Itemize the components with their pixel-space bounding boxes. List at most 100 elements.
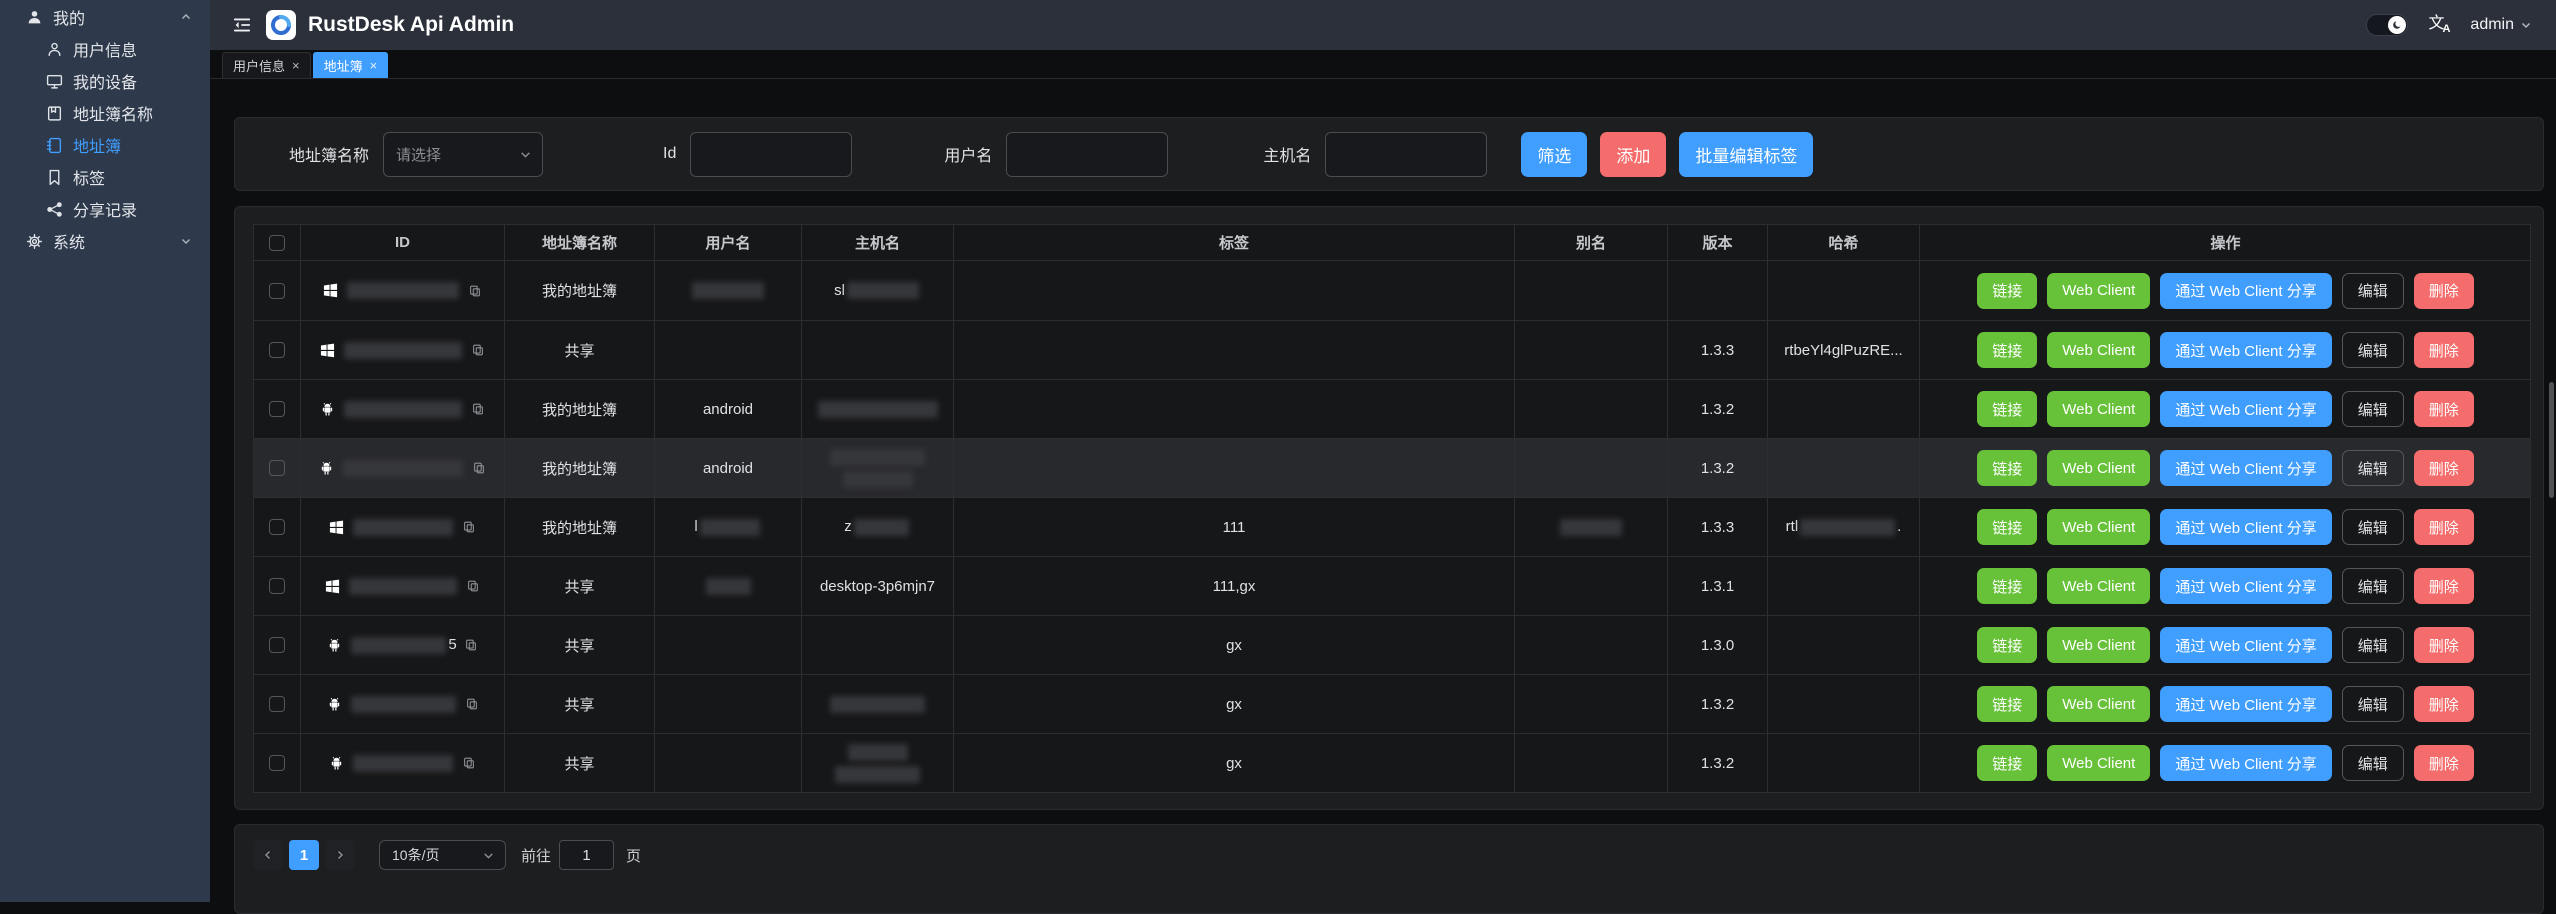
link-button[interactable]: 链接 xyxy=(1977,391,2037,427)
copy-icon[interactable] xyxy=(471,343,485,357)
link-button[interactable]: 链接 xyxy=(1977,568,2037,604)
sidebar-item-addressbook-names[interactable]: 地址簿名称 xyxy=(0,97,210,129)
row-checkbox[interactable] xyxy=(269,578,285,594)
delete-button[interactable]: 删除 xyxy=(2414,332,2474,368)
batch-edit-tags-button[interactable]: 批量编辑标签 xyxy=(1679,132,1813,177)
share-web-client-button[interactable]: 通过 Web Client 分享 xyxy=(2160,273,2331,309)
hostname-input[interactable] xyxy=(1325,132,1487,177)
row-checkbox[interactable] xyxy=(269,637,285,653)
share-web-client-button[interactable]: 通过 Web Client 分享 xyxy=(2160,686,2331,722)
link-button[interactable]: 链接 xyxy=(1977,627,2037,663)
row-checkbox[interactable] xyxy=(269,283,285,299)
row-checkbox[interactable] xyxy=(269,519,285,535)
monitor-icon xyxy=(46,73,63,90)
addressbook-name-select[interactable]: 请选择 xyxy=(383,132,543,177)
web-client-button[interactable]: Web Client xyxy=(2047,391,2150,427)
link-button[interactable]: 链接 xyxy=(1977,273,2037,309)
link-button[interactable]: 链接 xyxy=(1977,745,2037,781)
edit-button[interactable]: 编辑 xyxy=(2342,568,2404,604)
fold-menu-icon[interactable] xyxy=(232,15,252,35)
edit-button[interactable]: 编辑 xyxy=(2342,391,2404,427)
id-input[interactable] xyxy=(690,132,852,177)
sidebar-item-user-info[interactable]: 用户信息 xyxy=(0,33,210,65)
tab-addressbook[interactable]: 地址簿 × xyxy=(313,52,389,78)
username-input[interactable] xyxy=(1006,132,1168,177)
delete-button[interactable]: 删除 xyxy=(2414,509,2474,545)
web-client-button[interactable]: Web Client xyxy=(2047,273,2150,309)
edit-button[interactable]: 编辑 xyxy=(2342,332,2404,368)
cell-tags xyxy=(954,261,1515,320)
edit-button[interactable]: 编辑 xyxy=(2342,627,2404,663)
share-web-client-button[interactable]: 通过 Web Client 分享 xyxy=(2160,568,2331,604)
cell-version: 1.3.2 xyxy=(1668,675,1768,733)
dark-mode-toggle[interactable] xyxy=(2366,14,2408,36)
next-page-button[interactable] xyxy=(325,840,355,870)
row-checkbox[interactable] xyxy=(269,696,285,712)
share-web-client-button[interactable]: 通过 Web Client 分享 xyxy=(2160,745,2331,781)
web-client-button[interactable]: Web Client xyxy=(2047,568,2150,604)
web-client-button[interactable]: Web Client xyxy=(2047,509,2150,545)
row-checkbox[interactable] xyxy=(269,755,285,771)
web-client-button[interactable]: Web Client xyxy=(2047,745,2150,781)
edit-button[interactable]: 编辑 xyxy=(2342,273,2404,309)
link-button[interactable]: 链接 xyxy=(1977,332,2037,368)
sidebar-item-system[interactable]: 系统 xyxy=(0,225,210,257)
sidebar-item-my[interactable]: 我的 xyxy=(0,1,210,33)
sidebar-item-tags[interactable]: 标签 xyxy=(0,161,210,193)
select-all-checkbox[interactable] xyxy=(269,235,285,251)
edit-button[interactable]: 编辑 xyxy=(2342,509,2404,545)
windows-icon xyxy=(325,579,340,594)
cell-alias xyxy=(1515,261,1668,320)
web-client-button[interactable]: Web Client xyxy=(2047,332,2150,368)
link-button[interactable]: 链接 xyxy=(1977,450,2037,486)
add-button[interactable]: 添加 xyxy=(1600,132,1666,177)
delete-button[interactable]: 删除 xyxy=(2414,686,2474,722)
goto-page-input[interactable] xyxy=(559,840,614,870)
web-client-button[interactable]: Web Client xyxy=(2047,627,2150,663)
share-web-client-button[interactable]: 通过 Web Client 分享 xyxy=(2160,332,2331,368)
prev-page-button[interactable] xyxy=(253,840,283,870)
delete-button[interactable]: 删除 xyxy=(2414,391,2474,427)
copy-icon[interactable] xyxy=(462,520,476,534)
delete-button[interactable]: 删除 xyxy=(2414,568,2474,604)
share-web-client-button[interactable]: 通过 Web Client 分享 xyxy=(2160,509,2331,545)
delete-button[interactable]: 删除 xyxy=(2414,450,2474,486)
delete-button[interactable]: 删除 xyxy=(2414,273,2474,309)
copy-icon[interactable] xyxy=(465,697,479,711)
row-checkbox[interactable] xyxy=(269,460,285,476)
share-web-client-button[interactable]: 通过 Web Client 分享 xyxy=(2160,391,2331,427)
copy-icon[interactable] xyxy=(468,284,482,298)
link-button[interactable]: 链接 xyxy=(1977,509,2037,545)
web-client-button[interactable]: Web Client xyxy=(2047,686,2150,722)
page-number-button[interactable]: 1 xyxy=(289,840,319,870)
chevron-down-icon xyxy=(482,849,495,862)
edit-button[interactable]: 编辑 xyxy=(2342,686,2404,722)
copy-icon[interactable] xyxy=(472,461,486,475)
web-client-button[interactable]: Web Client xyxy=(2047,450,2150,486)
delete-button[interactable]: 删除 xyxy=(2414,627,2474,663)
share-web-client-button[interactable]: 通过 Web Client 分享 xyxy=(2160,627,2331,663)
copy-icon[interactable] xyxy=(464,638,478,652)
copy-icon[interactable] xyxy=(466,579,480,593)
copy-icon[interactable] xyxy=(462,756,476,770)
sidebar-item-share-records[interactable]: 分享记录 xyxy=(0,193,210,225)
scrollbar-thumb[interactable] xyxy=(2549,382,2554,498)
sidebar-item-my-devices[interactable]: 我的设备 xyxy=(0,65,210,97)
page-size-select[interactable]: 10条/页 xyxy=(379,840,506,870)
column-header-tags: 标签 xyxy=(954,225,1515,260)
user-menu[interactable]: admin xyxy=(2470,16,2532,34)
edit-button[interactable]: 编辑 xyxy=(2342,745,2404,781)
copy-icon[interactable] xyxy=(471,402,485,416)
language-switch-icon[interactable]: 文A xyxy=(2428,16,2450,35)
link-button[interactable]: 链接 xyxy=(1977,686,2037,722)
row-checkbox[interactable] xyxy=(269,401,285,417)
row-checkbox[interactable] xyxy=(269,342,285,358)
edit-button[interactable]: 编辑 xyxy=(2342,450,2404,486)
sidebar-item-addressbook[interactable]: 地址簿 xyxy=(0,129,210,161)
filter-button[interactable]: 筛选 xyxy=(1521,132,1587,177)
tab-user-info[interactable]: 用户信息 × xyxy=(222,52,311,78)
share-web-client-button[interactable]: 通过 Web Client 分享 xyxy=(2160,450,2331,486)
close-icon[interactable]: × xyxy=(370,58,378,73)
close-icon[interactable]: × xyxy=(292,58,300,73)
delete-button[interactable]: 删除 xyxy=(2414,745,2474,781)
